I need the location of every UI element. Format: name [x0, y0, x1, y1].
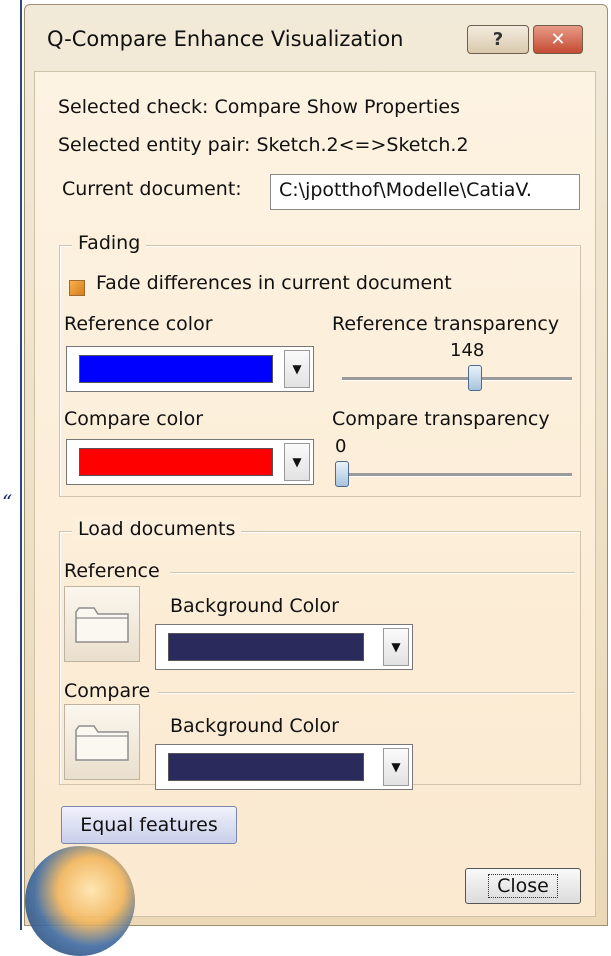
- folder-icon: [75, 607, 129, 643]
- compare-open-button[interactable]: [64, 704, 140, 780]
- help-button[interactable]: ?: [467, 25, 529, 54]
- load-documents-group: Load documents Reference Background Colo…: [59, 518, 581, 790]
- current-document-label: Current document:: [62, 178, 242, 200]
- fade-differences-checkbox[interactable]: [69, 280, 85, 296]
- close-icon: ✕: [550, 29, 566, 50]
- reference-open-button[interactable]: [64, 586, 140, 662]
- reference-transparency-slider[interactable]: [342, 363, 572, 393]
- folder-icon: [75, 725, 129, 761]
- compare-transparency-label: Compare transparency: [332, 408, 550, 430]
- close-button-label: Close: [488, 874, 558, 898]
- compare-color-label: Compare color: [64, 408, 204, 430]
- compare-bg-color-dropdown[interactable]: ▼: [155, 744, 413, 790]
- equal-features-button[interactable]: Equal features: [61, 806, 237, 844]
- compare-bg-label: Background Color: [170, 715, 339, 737]
- reference-separator: [170, 572, 575, 574]
- chevron-down-icon[interactable]: ▼: [383, 748, 409, 786]
- compare-load-label: Compare: [64, 680, 151, 702]
- compare-color-swatch: [79, 448, 273, 476]
- close-button[interactable]: Close: [465, 868, 581, 904]
- compare-bg-swatch: [168, 753, 364, 781]
- compare-separator: [158, 692, 575, 694]
- dialog-window: Q-Compare Enhance Visualization ? ✕ Sele…: [24, 4, 608, 956]
- reference-transparency-value: 148: [450, 340, 485, 361]
- help-icon: ?: [492, 29, 504, 50]
- selected-check-label: Selected check: Compare Show Properties: [58, 96, 461, 118]
- reference-bg-color-dropdown[interactable]: ▼: [155, 624, 413, 670]
- fading-group: Fading Fade differences in current docum…: [59, 232, 581, 497]
- slider-thumb[interactable]: [468, 365, 483, 391]
- chevron-down-icon[interactable]: ▼: [284, 350, 310, 388]
- side-quote-mark: “: [2, 490, 13, 514]
- reference-bg-swatch: [168, 633, 364, 661]
- chevron-down-icon[interactable]: ▼: [284, 443, 310, 481]
- reference-color-swatch: [79, 355, 273, 383]
- reference-transparency-label: Reference transparency: [332, 313, 560, 335]
- reference-color-dropdown[interactable]: ▼: [66, 346, 314, 392]
- reference-color-label: Reference color: [64, 313, 213, 335]
- left-edge-line: [20, 0, 22, 930]
- fade-differences-label: Fade differences in current document: [96, 272, 452, 294]
- catia-globe-logo: [25, 846, 135, 956]
- fading-group-title: Fading: [72, 232, 147, 254]
- current-document-field[interactable]: C:\jpotthof\Modelle\CatiaV.: [270, 174, 580, 210]
- title-bar[interactable]: Q-Compare Enhance Visualization ? ✕: [25, 5, 607, 71]
- dialog-client-area: Selected check: Compare Show Properties …: [25, 71, 596, 956]
- compare-transparency-value: 0: [335, 436, 347, 457]
- reference-load-label: Reference: [64, 560, 160, 582]
- slider-track: [342, 473, 572, 477]
- slider-thumb[interactable]: [335, 461, 349, 487]
- window-close-button[interactable]: ✕: [533, 25, 583, 54]
- chevron-down-icon[interactable]: ▼: [383, 628, 409, 666]
- compare-transparency-slider[interactable]: [335, 459, 572, 489]
- slider-track: [342, 377, 572, 381]
- window-title: Q-Compare Enhance Visualization: [47, 27, 404, 51]
- load-documents-group-title: Load documents: [72, 518, 242, 540]
- selected-pair-label: Selected entity pair: Sketch.2<=>Sketch.…: [58, 134, 469, 156]
- compare-color-dropdown[interactable]: ▼: [66, 439, 314, 485]
- reference-bg-label: Background Color: [170, 595, 339, 617]
